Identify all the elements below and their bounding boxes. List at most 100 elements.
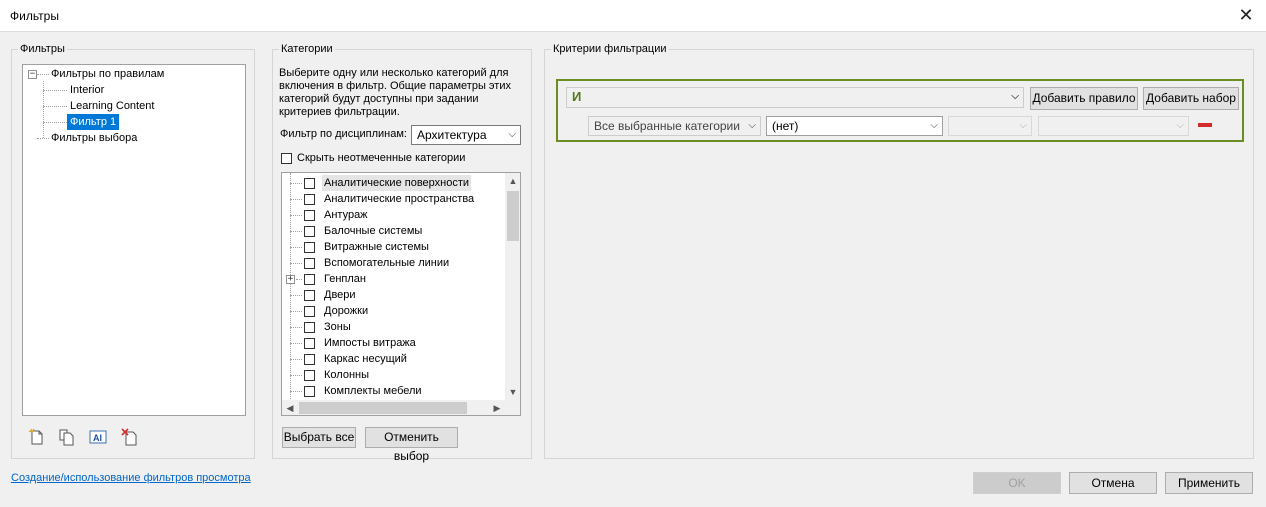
discipline-filter-select[interactable]: Архитектура ⌵ (411, 125, 521, 145)
chevron-down-icon: ⌵ (1019, 120, 1027, 131)
duplicate-filter-icon[interactable] (58, 428, 76, 446)
tree-node-rule-filters[interactable]: Фильтры по правилам (51, 66, 164, 82)
categories-group-title: Категории (279, 43, 335, 55)
delete-filter-icon[interactable] (121, 428, 139, 446)
hide-unchecked-label: Скрыть неотмеченные категории (297, 152, 466, 164)
category-item[interactable]: Вспомогательные линии (324, 255, 449, 271)
category-checkbox[interactable] (304, 354, 315, 365)
category-checkbox[interactable] (304, 210, 315, 221)
category-checkbox[interactable] (304, 370, 315, 381)
tree-line (290, 199, 302, 200)
hide-unchecked-checkbox[interactable] (281, 153, 292, 164)
category-checkbox[interactable] (304, 386, 315, 397)
tree-node-learning-content[interactable]: Learning Content (70, 98, 154, 114)
close-icon[interactable]: ✕ (1234, 4, 1258, 26)
category-item[interactable]: Комплекты мебели (324, 383, 422, 399)
filters-group-title: Фильтры (18, 43, 67, 55)
chevron-down-icon: ⌵ (1011, 91, 1019, 102)
svg-text:AI: AI (93, 433, 102, 443)
rule-parameter-select[interactable]: (нет) ⌵ (766, 116, 943, 136)
scroll-down-icon[interactable]: ▼ (505, 384, 520, 400)
category-item[interactable]: Импосты витража (324, 335, 416, 351)
logical-operator-value: И (572, 89, 582, 104)
tree-node-interior[interactable]: Interior (70, 82, 104, 98)
remove-rule-icon[interactable] (1198, 123, 1212, 127)
tree-line (290, 215, 302, 216)
category-checkbox[interactable] (304, 258, 315, 269)
tree-line (290, 359, 302, 360)
criteria-set: И ⌵ Добавить правило Добавить набор Все … (556, 79, 1244, 142)
category-rows: Аналитические поверхности Аналитические … (282, 175, 506, 399)
category-item[interactable]: Балочные системы (324, 223, 422, 239)
tree-node-filter-1[interactable]: Фильтр 1 (67, 114, 120, 130)
category-checkbox[interactable] (304, 274, 315, 285)
category-item[interactable]: Витражные системы (324, 239, 429, 255)
add-set-button[interactable]: Добавить набор (1143, 87, 1239, 110)
rule-category-select[interactable]: Все выбранные категории ⌵ (588, 116, 761, 136)
apply-button[interactable]: Применить (1165, 472, 1253, 494)
ok-button[interactable]: OK (973, 472, 1061, 494)
tree-line (43, 90, 67, 91)
category-item[interactable]: Генплан (324, 271, 366, 287)
tree-line (290, 231, 302, 232)
scroll-right-icon[interactable]: ▶ (489, 400, 505, 415)
chevron-down-icon: ⌵ (508, 129, 516, 140)
scroll-left-icon[interactable]: ◀ (282, 400, 298, 415)
tree-line (290, 295, 302, 296)
new-filter-icon[interactable] (28, 428, 46, 446)
category-item[interactable]: Аналитические поверхности (322, 175, 472, 191)
chevron-down-icon: ⌵ (1176, 120, 1184, 131)
tree-line (290, 343, 302, 344)
category-checkbox[interactable] (304, 338, 315, 349)
rule-category-value: Все выбранные категории (594, 119, 740, 133)
tree-line (290, 391, 302, 392)
logical-operator-select[interactable]: И ⌵ (566, 87, 1024, 108)
category-item[interactable]: Двери (324, 287, 356, 303)
collapse-icon[interactable]: − (28, 70, 37, 79)
category-item[interactable]: Каркас несущий (324, 351, 407, 367)
tree-line (290, 327, 302, 328)
scroll-corner (505, 400, 520, 415)
vertical-scrollbar[interactable]: ▲ ▼ (505, 173, 520, 400)
category-checkbox[interactable] (304, 242, 315, 253)
chevron-down-icon: ⌵ (748, 120, 756, 131)
category-item[interactable]: Аналитические пространства (324, 191, 474, 207)
category-item[interactable]: Колонны (324, 367, 369, 383)
rename-filter-icon[interactable]: AI (89, 428, 107, 446)
tree-line (290, 247, 302, 248)
category-checkbox[interactable] (304, 306, 315, 317)
categories-description: Выберите одну или несколько категорий дл… (279, 67, 511, 118)
criteria-group-title: Критерии фильтрации (551, 43, 669, 55)
filters-tree[interactable]: − Фильтры по правилам Interior Learning … (22, 64, 246, 416)
tree-line (290, 183, 302, 184)
rule-value-select[interactable]: ⌵ (1038, 116, 1189, 136)
expand-icon[interactable]: + (286, 275, 295, 284)
category-checkbox[interactable] (304, 178, 315, 189)
category-item[interactable]: Антураж (324, 207, 368, 223)
vertical-scroll-thumb[interactable] (507, 191, 519, 241)
category-checkbox[interactable] (304, 322, 315, 333)
category-item[interactable]: Зоны (324, 319, 351, 335)
title-bar: Фильтры ✕ (0, 0, 1266, 32)
chevron-down-icon: ⌵ (930, 120, 938, 131)
help-link[interactable]: Создание/использование фильтров просмотр… (11, 472, 251, 484)
cancel-button[interactable]: Отмена (1069, 472, 1157, 494)
category-item[interactable]: Дорожки (324, 303, 368, 319)
rule-condition-select[interactable]: ⌵ (948, 116, 1032, 136)
tree-line (290, 263, 302, 264)
horizontal-scroll-thumb[interactable] (299, 402, 467, 414)
tree-line (290, 375, 302, 376)
scroll-up-icon[interactable]: ▲ (505, 173, 520, 189)
tree-node-selection-filters[interactable]: Фильтры выбора (51, 130, 137, 146)
select-all-button[interactable]: Выбрать все (282, 427, 356, 448)
tree-line (37, 138, 49, 139)
category-checkbox[interactable] (304, 290, 315, 301)
category-checkbox[interactable] (304, 226, 315, 237)
add-rule-button[interactable]: Добавить правило (1030, 87, 1138, 110)
tree-line (43, 106, 67, 107)
window-title: Фильтры (10, 9, 59, 23)
horizontal-scrollbar[interactable]: ◀ ▶ (282, 400, 505, 415)
deselect-all-button[interactable]: Отменить выбор (365, 427, 458, 463)
categories-list[interactable]: Аналитические поверхности Аналитические … (281, 172, 521, 416)
category-checkbox[interactable] (304, 194, 315, 205)
